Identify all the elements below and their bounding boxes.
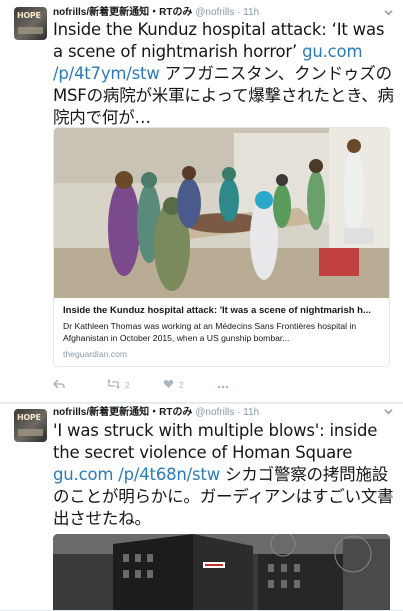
heart-icon — [163, 380, 174, 388]
card-description: Dr Kathleen Thomas was working at an Méd… — [63, 321, 357, 343]
tweet-actions: 2 2 — [52, 378, 253, 393]
tweet[interactable]: HOPE nofrills/新着更新通知・RTのみ @nofrills · 11… — [0, 404, 403, 611]
like-button[interactable]: 2 — [163, 379, 184, 393]
author-name[interactable]: nofrills/新着更新通知・RTのみ — [53, 407, 192, 418]
separator: · — [237, 407, 241, 418]
tweet-text-prefix: 'I was struck with multiple blows': insi… — [53, 421, 378, 462]
retweet-button[interactable]: 2 — [107, 378, 130, 393]
avatar-decoration — [18, 27, 43, 34]
avatar-label: HOPE — [17, 11, 41, 20]
more-icon[interactable] — [217, 379, 229, 393]
chevron-down-icon[interactable] — [383, 8, 393, 18]
media-image[interactable] — [53, 534, 390, 610]
separator: · — [237, 7, 241, 18]
card-title[interactable]: Inside the Kunduz hospital attack: 'It w… — [63, 304, 380, 317]
avatar-label: HOPE — [17, 413, 41, 422]
timeline: HOPE nofrills/新着更新通知・RTのみ @nofrills · 11… — [0, 0, 403, 611]
timestamp[interactable]: 11h — [243, 7, 259, 18]
tweet-header: nofrills/新着更新通知・RTのみ @nofrills · 11h — [53, 406, 393, 420]
author-handle[interactable]: @nofrills — [195, 7, 234, 18]
retweet-icon — [107, 378, 120, 390]
like-count: 2 — [179, 381, 184, 391]
tweet-text: Inside the Kunduz hospital attack: ‘It w… — [53, 19, 396, 129]
card-domain[interactable]: theguardian.com — [63, 348, 380, 360]
tweet-header: nofrills/新着更新通知・RTのみ @nofrills · 11h — [53, 6, 393, 20]
avatar[interactable]: HOPE — [14, 7, 47, 40]
card-image — [54, 128, 389, 298]
tweet-link[interactable]: gu.com /p/4t68n/stw — [53, 465, 220, 484]
card-body: Inside the Kunduz hospital attack: 'It w… — [63, 304, 380, 360]
avatar-decoration — [18, 429, 43, 436]
chevron-down-icon[interactable] — [383, 407, 393, 417]
reply-icon[interactable] — [52, 379, 65, 393]
timestamp[interactable]: 11h — [243, 407, 259, 418]
author-handle[interactable]: @nofrills — [195, 407, 234, 418]
tweet-text: 'I was struck with multiple blows': insi… — [53, 420, 396, 530]
tweet[interactable]: HOPE nofrills/新着更新通知・RTのみ @nofrills · 11… — [0, 0, 403, 403]
avatar[interactable]: HOPE — [14, 409, 47, 442]
link-card[interactable]: Inside the Kunduz hospital attack: 'It w… — [53, 127, 390, 367]
retweet-count: 2 — [125, 381, 130, 391]
author-name[interactable]: nofrills/新着更新通知・RTのみ — [53, 7, 192, 18]
